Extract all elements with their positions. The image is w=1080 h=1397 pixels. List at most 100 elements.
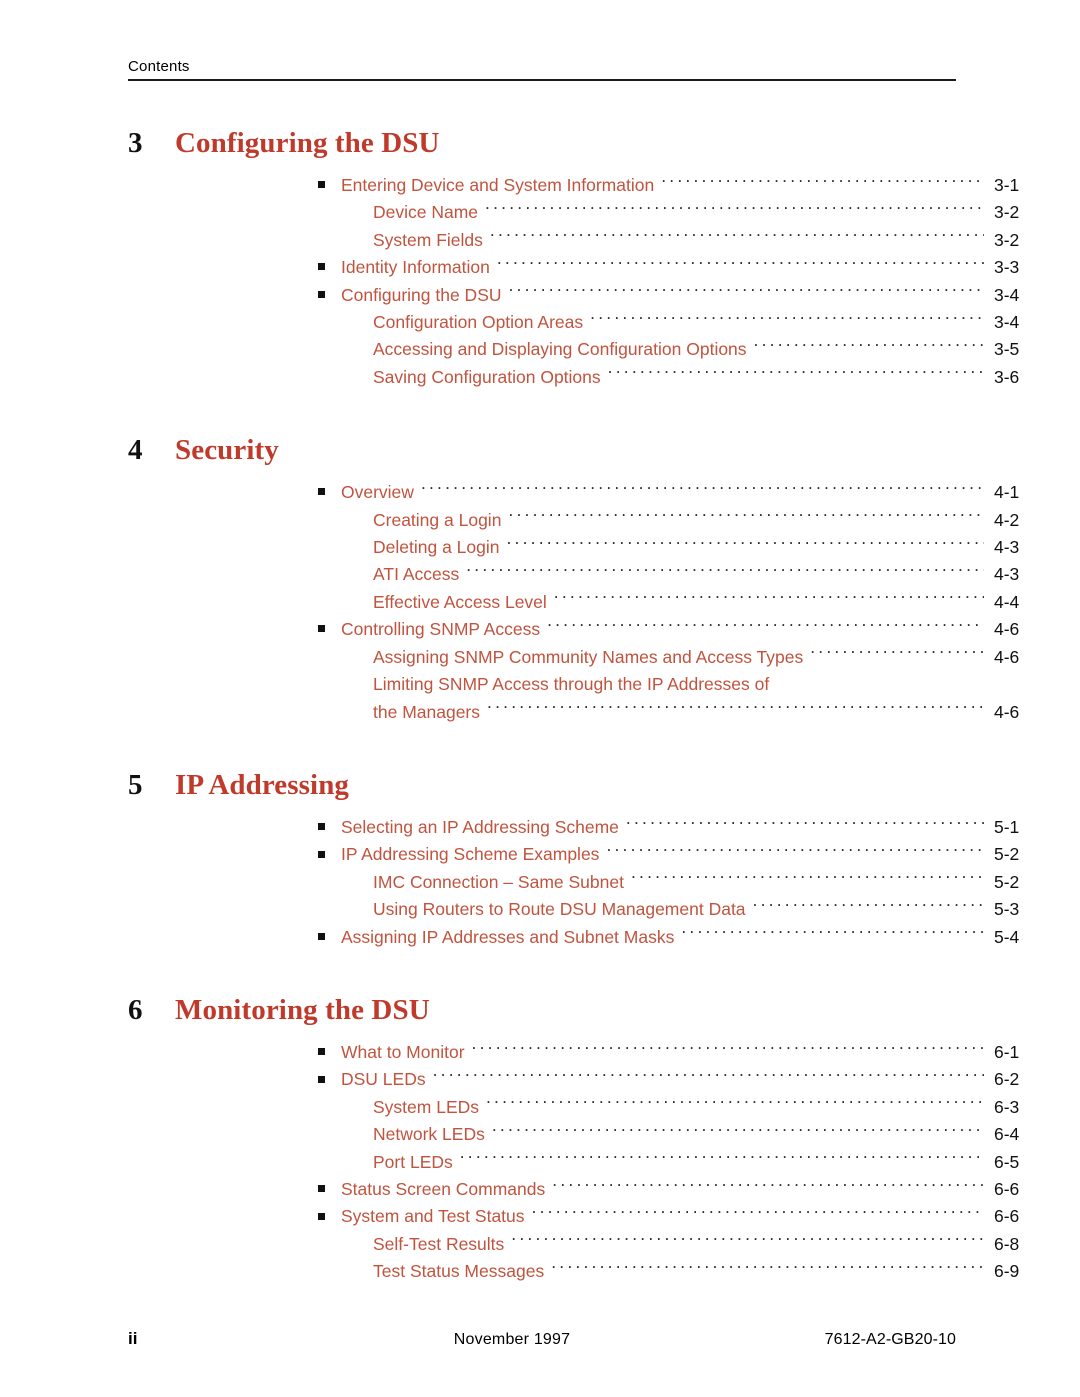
toc-entry-label: Port LEDs (373, 1151, 453, 1172)
toc-entry[interactable]: Deleting a Login 4-3 (0, 534, 1080, 561)
toc-entry-label: System Fields (373, 229, 483, 250)
chapter-block: 3 Configuring the DSU Entering Device and … (0, 126, 1080, 391)
toc-entry-page-number: 6-9 (994, 1261, 1020, 1282)
dot-leader (631, 870, 984, 888)
bullet-square-icon (318, 841, 341, 868)
dot-leader (753, 897, 984, 915)
toc-entry-page-number: 6-1 (994, 1041, 1020, 1062)
bullet-square-icon (318, 1176, 341, 1203)
dot-leader (421, 480, 984, 498)
toc-entry[interactable]: Using Routers to Route DSU Management Da… (0, 896, 1080, 923)
dot-leader (552, 1177, 984, 1195)
bullet-square-icon (318, 282, 341, 309)
dot-leader (508, 508, 984, 526)
toc-entry[interactable]: Device Name 3-2 (0, 199, 1080, 226)
bullet-square-icon (318, 1066, 341, 1093)
dot-leader (466, 562, 984, 580)
toc-entry[interactable]: Overview 4-1 (0, 479, 1080, 506)
bullet-square-icon (318, 1039, 341, 1066)
chapter-heading[interactable]: 6 Monitoring the DSU (0, 993, 1080, 1027)
dot-leader (661, 173, 984, 191)
toc-entry-page-number: 4-3 (994, 564, 1020, 585)
dot-leader (506, 535, 984, 553)
dot-leader (606, 842, 984, 860)
toc-entry-page-number: 4-6 (994, 619, 1020, 640)
footer-doc-number: 7612-A2-GB20-10 (824, 1331, 956, 1348)
bullet-square-icon (318, 924, 341, 951)
toc-entry[interactable]: the Managers 4-6 (0, 699, 1080, 726)
chapter-number: 3 (128, 127, 143, 159)
toc-entry-label: Saving Configuration Options (373, 366, 601, 387)
chapter-heading[interactable]: 4 Security (0, 433, 1080, 467)
toc-entry-label: Limiting SNMP Access through the IP Addr… (373, 674, 770, 695)
toc-entry[interactable]: Status Screen Commands 6-6 (0, 1176, 1080, 1203)
toc-entry[interactable]: Configuring the DSU 3-4 (0, 282, 1080, 309)
toc-entry-label: IP Addressing Scheme Examples (341, 844, 600, 865)
toc-entry-label: Status Screen Commands (341, 1178, 546, 1199)
toc-entry-page-number: 6-3 (994, 1096, 1020, 1117)
toc-entry[interactable]: IP Addressing Scheme Examples 5-2 (0, 841, 1080, 868)
bullet-square-icon (318, 1203, 341, 1230)
toc-entry-page-number: 4-6 (994, 701, 1020, 722)
toc-entry-label: System LEDs (373, 1096, 479, 1117)
toc-entry[interactable]: Identity Information 3-3 (0, 254, 1080, 281)
toc-entry[interactable]: Assigning SNMP Community Names and Acces… (0, 644, 1080, 671)
chapter-heading[interactable]: 3 Configuring the DSU (0, 126, 1080, 160)
toc-entry-label: Configuration Option Areas (373, 312, 584, 333)
chapter-title: IP Addressing (175, 768, 350, 801)
toc-entry[interactable]: IMC Connection – Same Subnet 5-2 (0, 869, 1080, 896)
toc-entry[interactable]: Limiting SNMP Access through the IP Addr… (0, 671, 1080, 698)
toc-entry[interactable]: Configuration Option Areas 3-4 (0, 309, 1080, 336)
dot-leader (810, 645, 984, 663)
toc-entry[interactable]: Saving Configuration Options 3-6 (0, 364, 1080, 391)
toc-entry[interactable]: Entering Device and System Information 3-… (0, 172, 1080, 199)
toc-entry[interactable]: Port LEDs 6-5 (0, 1149, 1080, 1176)
toc-page: Contents 3 Configuring the DSU Entering De… (0, 0, 1080, 1397)
toc-entry-label: Network LEDs (373, 1124, 485, 1145)
chapter-heading[interactable]: 5 IP Addressing (0, 768, 1080, 802)
toc-entry[interactable]: Controlling SNMP Access 4-6 (0, 616, 1080, 643)
toc-entry-label: Overview (341, 482, 414, 503)
toc-entry-label: Using Routers to Route DSU Management Da… (373, 899, 746, 920)
toc-entry-page-number: 4-3 (994, 537, 1020, 558)
toc-entry-label: Effective Access Level (373, 591, 547, 612)
toc-entry-page-number: 3-5 (994, 339, 1020, 360)
bullet-square-glyph (318, 181, 325, 189)
toc-entry[interactable]: Selecting an IP Addressing Scheme 5-1 (0, 814, 1080, 841)
dot-leader (626, 815, 984, 833)
toc-entry[interactable]: DSU LEDs 6-2 (0, 1066, 1080, 1093)
chapter-title: Configuring the DSU (175, 127, 440, 159)
toc-entry-page-number: 3-4 (994, 312, 1020, 333)
toc-entry[interactable]: System and Test Status 6-6 (0, 1203, 1080, 1230)
toc-entry[interactable]: System Fields 3-2 (0, 227, 1080, 254)
bullet-square-icon (318, 616, 341, 643)
toc-entry-page-number: 4-4 (994, 591, 1020, 612)
chapter-block: 5 IP Addressing Selecting an IP Addressing… (0, 768, 1080, 951)
toc-entry[interactable]: Accessing and Displaying Configuration O… (0, 336, 1080, 363)
dot-leader (490, 228, 984, 246)
page-footer: ii November 1997 7612-A2-GB20-10 (128, 1329, 956, 1349)
toc-entry-page-number: 6-8 (994, 1233, 1020, 1254)
toc-entry-page-number: 5-2 (994, 844, 1020, 865)
dot-leader (608, 365, 984, 383)
chapter-title: Security (175, 434, 279, 467)
toc-entry[interactable]: Effective Access Level 4-4 (0, 589, 1080, 616)
toc-entry[interactable]: Test Status Messages 6-9 (0, 1258, 1080, 1285)
toc-entry[interactable]: Self-Test Results 6-8 (0, 1231, 1080, 1258)
bullet-square-glyph (318, 823, 325, 831)
toc-content: 3 Configuring the DSU Entering Device and … (0, 126, 1080, 1286)
toc-entry-label: Accessing and Displaying Configuration O… (373, 339, 747, 360)
toc-entry[interactable]: Creating a Login 4-2 (0, 507, 1080, 534)
dot-leader (492, 1122, 984, 1140)
chapter-number: 5 (128, 768, 143, 801)
toc-entry-list: What to Monitor 6-1 DSU LEDs 6-2 System LEDs… (0, 1039, 1080, 1286)
toc-entry[interactable]: Assigning IP Addresses and Subnet Masks 5… (0, 924, 1080, 951)
toc-entry[interactable]: What to Monitor 6-1 (0, 1039, 1080, 1066)
toc-entry-label: Device Name (373, 202, 479, 223)
toc-entry[interactable]: ATI Access 4-3 (0, 561, 1080, 588)
toc-entry[interactable]: System LEDs 6-3 (0, 1094, 1080, 1121)
toc-entry-label: Assigning SNMP Community Names and Acces… (373, 646, 804, 667)
toc-entry[interactable]: Network LEDs 6-4 (0, 1121, 1080, 1148)
toc-entry-page-number: 3-4 (994, 284, 1020, 305)
running-head: Contents (128, 58, 956, 81)
